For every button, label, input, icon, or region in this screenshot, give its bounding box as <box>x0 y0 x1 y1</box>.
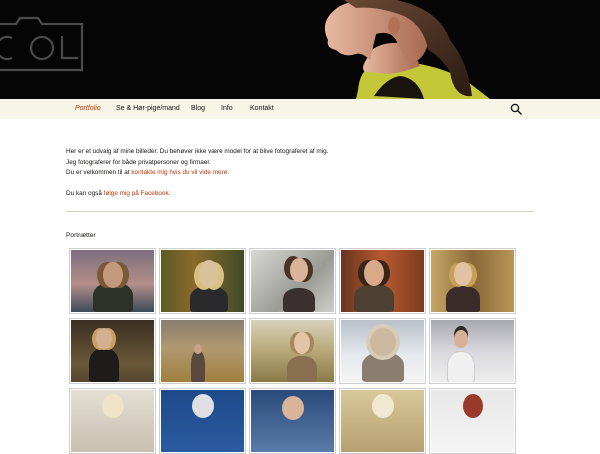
gallery-title: Portrætter <box>66 232 96 239</box>
gallery-thumbnail[interactable] <box>429 388 516 454</box>
gallery-thumbnail[interactable] <box>249 248 336 314</box>
gallery-thumbnail[interactable] <box>339 318 426 384</box>
gallery-thumbnail[interactable] <box>429 318 516 384</box>
facebook-link[interactable]: følge mig på Facebook. <box>104 190 171 197</box>
intro-line: Jeg fotograferer for både privatpersoner… <box>66 158 211 166</box>
intro-text: Her er et udvalg af mine billeder. Du be… <box>66 147 536 200</box>
content-divider <box>66 211 534 212</box>
nav-item-blog[interactable]: Blog <box>191 99 205 119</box>
search-icon[interactable] <box>510 103 522 115</box>
gallery-thumbnail[interactable] <box>69 318 156 384</box>
gallery-thumbnail[interactable] <box>249 388 336 454</box>
gallery-thumbnail[interactable] <box>159 388 246 454</box>
contact-link[interactable]: kontakte mig hvis du vil vide mere. <box>131 169 229 176</box>
gallery-thumbnail[interactable] <box>339 248 426 314</box>
gallery-thumbnail[interactable] <box>69 388 156 454</box>
gallery-thumbnail[interactable] <box>69 248 156 314</box>
intro-facebook-line: Du kan også følge mig på Facebook. <box>66 189 536 200</box>
gallery-thumbnail[interactable] <box>159 318 246 384</box>
header-portrait-image <box>325 0 490 99</box>
gallery-thumbnail[interactable] <box>429 248 516 314</box>
intro-contact-prefix: Du er velkommen til at <box>66 169 132 176</box>
site-logo[interactable] <box>0 14 86 74</box>
nav-item-kontakt[interactable]: Kontakt <box>250 99 274 119</box>
nav-item-info[interactable]: Info <box>221 99 233 119</box>
header-banner <box>0 0 600 99</box>
gallery-thumbnail[interactable] <box>159 248 246 314</box>
gallery-thumbnail[interactable] <box>339 388 426 454</box>
intro-line: Her er et udvalg af mine billeder. Du be… <box>66 148 329 155</box>
intro-facebook-prefix: Du kan også <box>66 190 104 197</box>
nav-item-portfolio[interactable]: Portfolio <box>75 99 101 119</box>
gallery-thumbnail[interactable] <box>249 318 336 384</box>
nav-item-se-og-hor[interactable]: Se & Hør-pige/mand <box>116 99 180 119</box>
intro-contact-line: Du er velkommen til at kontakte mig hvis… <box>66 168 536 179</box>
